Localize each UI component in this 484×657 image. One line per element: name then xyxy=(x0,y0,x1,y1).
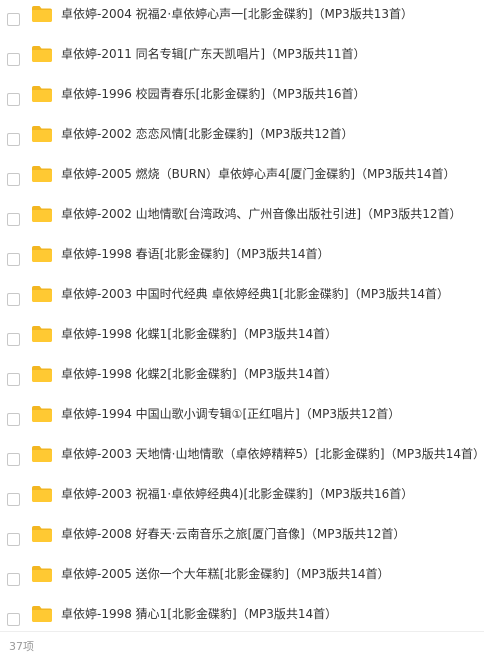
file-name[interactable]: 卓依婷-1996 校园青春乐[北影金碟豹]（MP3版共16首） xyxy=(61,86,366,102)
file-name[interactable]: 卓依婷-1994 中国山歌小调专辑①[正红唱片]（MP3版共12首） xyxy=(61,406,400,422)
file-row[interactable]: 卓依婷-1998 春语[北影金碟豹]（MP3版共14首） xyxy=(0,240,484,280)
checkbox-icon[interactable] xyxy=(7,573,20,586)
folder-icon xyxy=(31,405,53,423)
checkbox-icon[interactable] xyxy=(7,213,20,226)
file-name[interactable]: 卓依婷-2003 天地情·山地情歌（卓依婷精粹5）[北影金碟豹]（MP3版共14… xyxy=(61,446,484,462)
checkbox-icon[interactable] xyxy=(7,133,20,146)
item-count: 37项 xyxy=(9,640,34,653)
checkbox-icon[interactable] xyxy=(7,373,20,386)
file-row[interactable]: 卓依婷-2004 祝福2·卓依婷心声一[北影金碟豹]（MP3版共13首） xyxy=(0,0,484,40)
file-name[interactable]: 卓依婷-2003 祝福1·卓依婷经典4)[北影金碟豹]（MP3版共16首） xyxy=(61,486,413,502)
file-row[interactable]: 卓依婷-2002 恋恋风情[北影金碟豹]（MP3版共12首） xyxy=(0,120,484,160)
folder-icon xyxy=(31,285,53,303)
file-row[interactable]: 卓依婷-2003 祝福1·卓依婷经典4)[北影金碟豹]（MP3版共16首） xyxy=(0,480,484,520)
folder-icon xyxy=(31,165,53,183)
checkbox-icon[interactable] xyxy=(7,253,20,266)
folder-icon xyxy=(31,125,53,143)
file-row[interactable]: 卓依婷-1998 化蝶1[北影金碟豹]（MP3版共14首） xyxy=(0,320,484,360)
file-row[interactable]: 卓依婷-2011 同名专辑[广东天凯唱片]（MP3版共11首） xyxy=(0,40,484,80)
file-row[interactable]: 卓依婷-1994 中国山歌小调专辑①[正红唱片]（MP3版共12首） xyxy=(0,400,484,440)
folder-icon xyxy=(31,565,53,583)
checkbox-icon[interactable] xyxy=(7,93,20,106)
file-name[interactable]: 卓依婷-2008 好春天·云南音乐之旅[厦门音像]（MP3版共12首） xyxy=(61,526,405,542)
file-name[interactable]: 卓依婷-2004 祝福2·卓依婷心声一[北影金碟豹]（MP3版共13首） xyxy=(61,6,413,22)
checkbox-icon[interactable] xyxy=(7,533,20,546)
checkbox-icon[interactable] xyxy=(7,53,20,66)
file-row[interactable]: 卓依婷-1998 化蝶2[北影金碟豹]（MP3版共14首） xyxy=(0,360,484,400)
file-name[interactable]: 卓依婷-2005 送你一个大年糕[北影金碟豹]（MP3版共14首） xyxy=(61,566,390,582)
file-name[interactable]: 卓依婷-1998 化蝶2[北影金碟豹]（MP3版共14首） xyxy=(61,366,337,382)
file-name[interactable]: 卓依婷-1998 化蝶1[北影金碟豹]（MP3版共14首） xyxy=(61,326,337,342)
file-row[interactable]: 卓依婷-1996 校园青春乐[北影金碟豹]（MP3版共16首） xyxy=(0,80,484,120)
checkbox-icon[interactable] xyxy=(7,413,20,426)
file-name[interactable]: 卓依婷-1998 猜心1[北影金碟豹]（MP3版共14首） xyxy=(61,606,337,622)
checkbox-icon[interactable] xyxy=(7,173,20,186)
checkbox-icon[interactable] xyxy=(7,333,20,346)
folder-icon xyxy=(31,485,53,503)
file-name[interactable]: 卓依婷-2003 中国时代经典 卓依婷经典1[北影金碟豹]（MP3版共14首） xyxy=(61,286,449,302)
file-row[interactable]: 卓依婷-2002 山地情歌[台湾政鸿、广州音像出版社引进]（MP3版共12首） xyxy=(0,200,484,240)
folder-icon xyxy=(31,325,53,343)
file-name[interactable]: 卓依婷-2011 同名专辑[广东天凯唱片]（MP3版共11首） xyxy=(61,46,366,62)
file-row[interactable]: 卓依婷-2008 好春天·云南音乐之旅[厦门音像]（MP3版共12首） xyxy=(0,520,484,560)
file-row[interactable]: 卓依婷-2005 送你一个大年糕[北影金碟豹]（MP3版共14首） xyxy=(0,560,484,600)
file-row[interactable]: 卓依婷-2005 燃烧（BURN）卓依婷心声4[厦门金碟豹]（MP3版共14首） xyxy=(0,160,484,200)
folder-icon xyxy=(31,365,53,383)
folder-icon xyxy=(31,605,53,623)
file-row[interactable]: 卓依婷-2003 中国时代经典 卓依婷经典1[北影金碟豹]（MP3版共14首） xyxy=(0,280,484,320)
file-list: 卓依婷-2004 祝福2·卓依婷心声一[北影金碟豹]（MP3版共13首） 卓依婷-… xyxy=(0,0,484,640)
folder-icon xyxy=(31,445,53,463)
folder-icon xyxy=(31,85,53,103)
folder-icon xyxy=(31,5,53,23)
folder-icon xyxy=(31,525,53,543)
checkbox-icon[interactable] xyxy=(7,453,20,466)
file-name[interactable]: 卓依婷-2002 山地情歌[台湾政鸿、广州音像出版社引进]（MP3版共12首） xyxy=(61,206,462,222)
folder-icon xyxy=(31,245,53,263)
file-row[interactable]: 卓依婷-2003 天地情·山地情歌（卓依婷精粹5）[北影金碟豹]（MP3版共14… xyxy=(0,440,484,480)
folder-icon xyxy=(31,205,53,223)
file-name[interactable]: 卓依婷-2002 恋恋风情[北影金碟豹]（MP3版共12首） xyxy=(61,126,354,142)
checkbox-icon[interactable] xyxy=(7,613,20,626)
status-bar: 37项 xyxy=(0,631,484,657)
folder-icon xyxy=(31,45,53,63)
checkbox-icon[interactable] xyxy=(7,13,20,26)
file-name[interactable]: 卓依婷-2005 燃烧（BURN）卓依婷心声4[厦门金碟豹]（MP3版共14首） xyxy=(61,166,456,182)
file-name[interactable]: 卓依婷-1998 春语[北影金碟豹]（MP3版共14首） xyxy=(61,246,330,262)
checkbox-icon[interactable] xyxy=(7,293,20,306)
checkbox-icon[interactable] xyxy=(7,493,20,506)
